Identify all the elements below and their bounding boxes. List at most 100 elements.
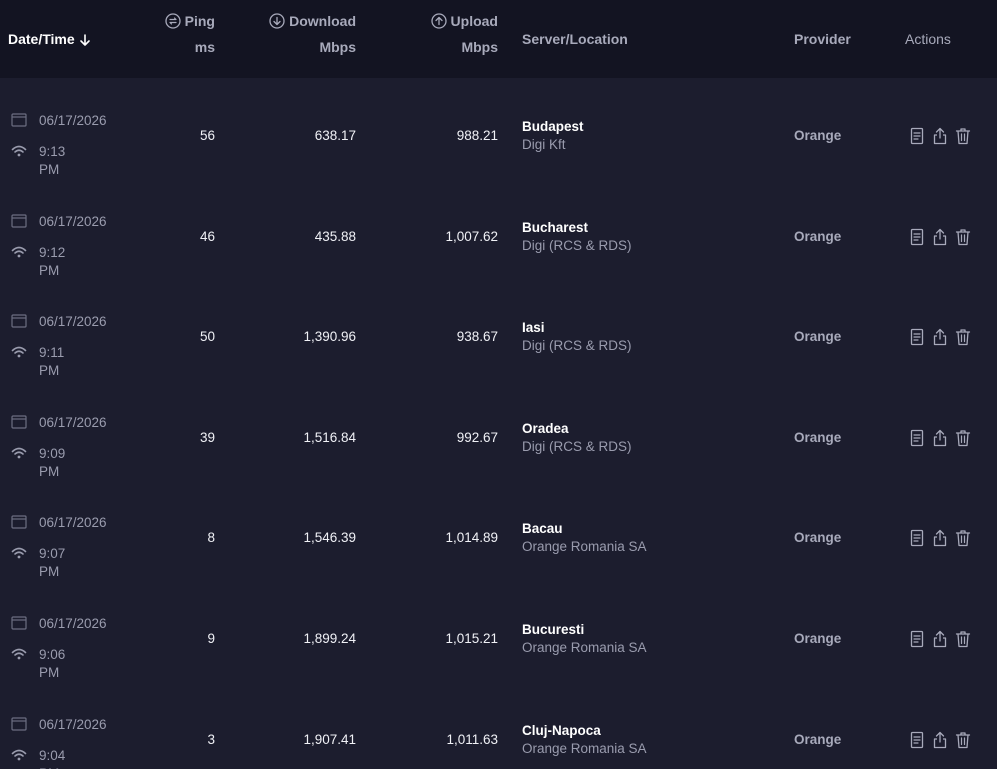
column-header-download[interactable]: Download Mbps [250,8,356,60]
row-download: 1,390.96 [303,329,356,345]
column-header-datetime[interactable]: Date/Time [8,26,91,52]
table-row[interactable]: 06/17/2026 9:07 PM 8 1,546.39 1,014.89 B… [0,488,997,588]
row-time-text: 9:11 PM [39,345,65,379]
row-server-name: Cluj-Napoca [522,722,601,738]
report-icon [910,127,924,145]
row-time-text: 9:09 PM [39,445,66,479]
report-icon [910,329,924,346]
row-date-text: 06/17/2026 [39,414,107,430]
table-row[interactable]: 06/17/2026 9:06 PM 9 1,899.24 1,015.21 B… [0,589,997,689]
row-server: Oradea Digi (RCS & RDS) [522,420,632,456]
upload-icon [431,13,447,29]
report-button[interactable] [909,228,925,246]
wifi-icon [11,548,27,559]
table-row[interactable]: 06/17/2026 9:09 PM 39 1,516.84 992.67 Or… [0,388,997,488]
share-button[interactable] [932,630,948,648]
report-icon [910,429,924,446]
row-date-text: 06/17/2026 [39,716,107,732]
calendar-icon [11,314,27,328]
table-row[interactable]: 06/17/2026 9:11 PM 50 1,390.96 938.67 Ia… [0,287,997,387]
delete-button[interactable] [955,228,971,246]
report-button[interactable] [909,328,925,346]
row-download: 1,546.39 [303,530,356,546]
row-upload: 1,011.63 [446,731,498,747]
table-row[interactable]: 06/17/2026 9:12 PM 46 435.88 1,007.62 Bu… [0,187,997,287]
column-header-datetime-label: Date/Time [8,31,75,47]
row-download: 638.17 [314,128,356,143]
share-icon [933,127,947,145]
delete-button[interactable] [955,731,971,749]
row-time-text: 9:13 PM [39,144,66,177]
row-upload: 992.67 [456,429,498,445]
delete-icon [955,631,971,648]
row-server-name: Bacau [522,521,563,537]
column-header-download-label: Download [289,13,356,29]
row-download: 1,516.84 [303,429,356,445]
share-button[interactable] [932,127,948,145]
arrow-down-icon [79,34,90,46]
share-button[interactable] [932,429,948,447]
share-button[interactable] [932,731,948,749]
row-provider: Orange [794,329,842,345]
row-server-name: Bucharest [522,219,589,235]
column-header-server-label: Server/Location [522,31,628,47]
row-provider: Orange [794,631,842,646]
row-server-name: Iasi [522,320,545,336]
row-server: Budapest Digi Kft [522,118,584,154]
row-server-name: Bucuresti [522,622,585,637]
row-ping: 39 [199,429,215,445]
wifi-icon [11,648,27,660]
column-header-ping-label: Ping [184,13,215,29]
row-ping: 56 [199,128,215,143]
report-button[interactable] [909,731,925,749]
row-provider: Orange [794,731,842,747]
row-server: Bucharest Digi (RCS & RDS) [522,219,632,255]
table-header: Date/Time Ping ms Download Mbps Upload M [0,0,997,78]
row-server: Bacau Orange Romania SA [522,520,647,556]
share-icon [933,329,947,346]
column-header-upload[interactable]: Upload Mbps [410,8,498,60]
table-row[interactable]: 06/17/2026 9:13 PM 56 638.17 988.21 Buda… [0,86,997,186]
wifi-icon [11,346,27,358]
column-header-download-unit: Mbps [319,39,356,55]
share-button[interactable] [932,228,948,246]
calendar-icon [11,515,27,529]
column-header-server[interactable]: Server/Location [522,26,628,52]
row-date-text: 06/17/2026 [39,616,107,631]
row-time-text: 9:06 PM [39,647,66,680]
delete-icon [955,228,971,245]
column-header-provider[interactable]: Provider [794,26,851,52]
row-upload: 1,007.62 [445,228,498,244]
table-row[interactable]: 06/17/2026 9:04 PM 3 1,907.41 1,011.63 C… [0,690,997,769]
row-time-text: 9:04 PM [39,747,66,769]
column-header-ping[interactable]: Ping ms [150,8,215,60]
column-header-provider-label: Provider [794,31,851,47]
delete-icon [955,530,971,547]
delete-button[interactable] [955,630,971,648]
results-table: Date/Time Ping ms Download Mbps Upload M [0,0,997,769]
row-provider: Orange [794,128,842,143]
delete-button[interactable] [955,429,971,447]
report-button[interactable] [909,127,925,145]
row-server-isp: Digi (RCS & RDS) [522,438,632,454]
row-download: 1,907.41 [303,731,356,747]
share-button[interactable] [932,529,948,547]
report-button[interactable] [909,429,925,447]
delete-button[interactable] [955,529,971,547]
calendar-icon [11,415,27,429]
row-server-isp: Digi (RCS & RDS) [522,338,632,354]
share-icon [933,530,947,547]
delete-button[interactable] [955,328,971,346]
wifi-icon [11,246,27,257]
wifi-icon [11,145,27,157]
share-button[interactable] [932,328,948,346]
report-button[interactable] [909,529,925,547]
column-header-upload-label: Upload [450,13,498,29]
column-header-actions-label: Actions [905,31,951,47]
calendar-icon [11,213,27,228]
row-ping: 8 [207,530,215,546]
delete-icon [955,128,971,145]
report-button[interactable] [909,630,925,648]
row-server: Iasi Digi (RCS & RDS) [522,319,632,355]
delete-button[interactable] [955,127,971,145]
